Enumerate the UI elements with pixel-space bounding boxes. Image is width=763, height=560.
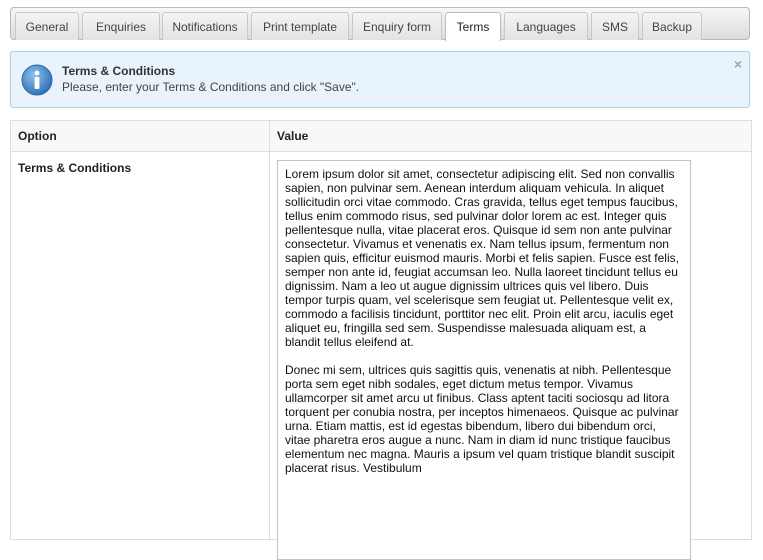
- tab-enquiries[interactable]: Enquiries: [82, 12, 160, 40]
- info-title: Terms & Conditions: [62, 64, 176, 78]
- table-header: Option Value: [11, 121, 751, 152]
- tab-backup[interactable]: Backup: [642, 12, 702, 40]
- tab-sms[interactable]: SMS: [591, 12, 639, 40]
- terms-row-label: Terms & Conditions: [18, 161, 132, 175]
- close-icon[interactable]: ×: [734, 56, 742, 72]
- terms-paragraph-2: Donec mi sem, ultrices quis sagittis qui…: [285, 363, 679, 475]
- tab-general[interactable]: General: [15, 12, 79, 40]
- info-icon: [21, 64, 53, 96]
- tab-languages[interactable]: Languages: [504, 12, 588, 40]
- tab-enquiry-form[interactable]: Enquiry form: [352, 12, 442, 40]
- column-divider: [269, 121, 270, 541]
- terms-textarea[interactable]: Lorem ipsum dolor sit amet, consectetur …: [277, 160, 691, 560]
- terms-paragraph-1: Lorem ipsum dolor sit amet, consectetur …: [285, 167, 679, 349]
- info-text: Please, enter your Terms & Conditions an…: [62, 80, 360, 94]
- column-header-option: Option: [18, 129, 57, 143]
- tab-terms[interactable]: Terms: [445, 12, 501, 41]
- settings-table: Option Value Terms & Conditions Lorem ip…: [10, 120, 752, 560]
- tab-notifications[interactable]: Notifications: [162, 12, 248, 40]
- info-message-box: Terms & Conditions Please, enter your Te…: [10, 51, 750, 108]
- tab-print-template[interactable]: Print template: [251, 12, 349, 40]
- settings-tab-bar: General Enquiries Notifications Print te…: [10, 7, 750, 41]
- column-header-value: Value: [277, 129, 309, 143]
